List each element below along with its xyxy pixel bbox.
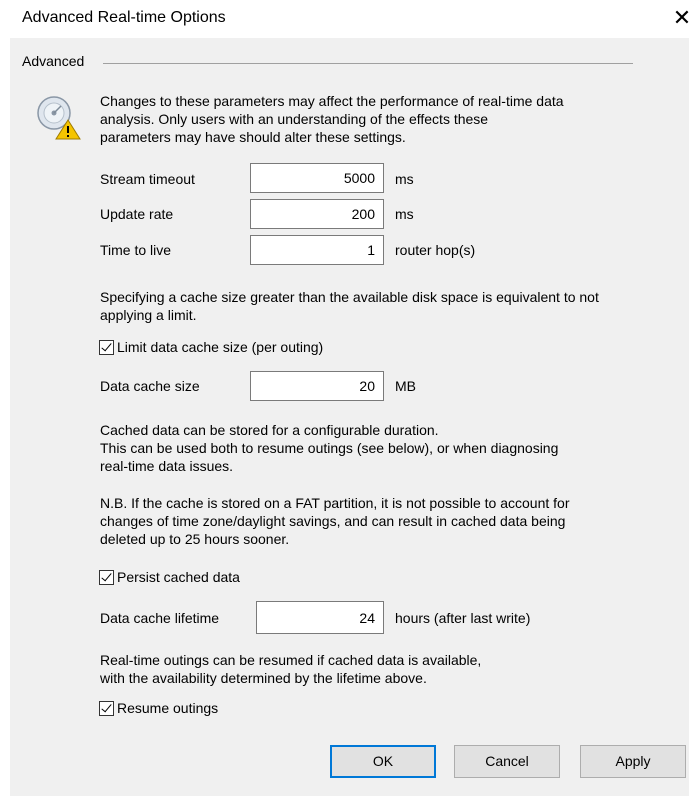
intro-line: Changes to these parameters may affect t…	[100, 93, 564, 109]
disk-warning-icon	[37, 96, 81, 140]
resume-line: Real-time outings can be resumed if cach…	[100, 652, 482, 668]
cache-size-label: Data cache size	[100, 378, 200, 394]
cache-lifetime-input[interactable]: 24	[256, 601, 384, 634]
group-label-advanced: Advanced	[22, 53, 85, 69]
cache-note-line: applying a limit.	[100, 307, 197, 323]
update-rate-unit: ms	[395, 206, 414, 222]
check-icon[interactable]	[99, 339, 114, 355]
title-bar: Advanced Real-time Options ✕	[0, 0, 699, 38]
dialog-client-area: Advanced Changes to these parameters may…	[10, 38, 689, 796]
close-button[interactable]: ✕	[668, 4, 696, 32]
resume-outings-label: Resume outings	[117, 700, 219, 716]
cache-lifetime-unit: hours (after last write)	[395, 610, 531, 626]
stream-timeout-unit: ms	[395, 171, 414, 187]
check-icon[interactable]	[99, 700, 114, 716]
ok-button[interactable]: OK	[330, 745, 436, 778]
time-to-live-input[interactable]: 1	[250, 235, 384, 265]
group-divider	[103, 63, 633, 64]
time-to-live-unit: router hop(s)	[395, 242, 476, 258]
cache-lifetime-label: Data cache lifetime	[100, 610, 220, 626]
stream-timeout-input[interactable]: 5000	[250, 163, 384, 193]
intro-text: Changes to these parameters may affect t…	[100, 92, 564, 146]
resume-text: Real-time outings can be resumed if cach…	[100, 651, 481, 687]
fat-note-line: changes of time zone/daylight savings, a…	[100, 513, 566, 529]
resume-outings-checkbox[interactable]: Resume outings	[99, 700, 218, 716]
persist-cache-label: Persist cached data	[117, 569, 240, 585]
limit-cache-checkbox[interactable]: Limit data cache size (per outing)	[99, 339, 323, 355]
stream-timeout-label: Stream timeout	[100, 171, 195, 187]
cache-size-input[interactable]: 20	[250, 371, 384, 401]
duration-line: real-time data issues.	[100, 458, 234, 474]
resume-line: with the availability determined by the …	[100, 670, 427, 686]
persist-cache-checkbox[interactable]: Persist cached data	[99, 569, 240, 585]
intro-line: analysis. Only users with an understandi…	[100, 111, 489, 127]
limit-cache-label: Limit data cache size (per outing)	[117, 339, 324, 355]
cache-note-line: Specifying a cache size greater than the…	[100, 289, 599, 305]
cache-size-unit: MB	[395, 378, 416, 394]
intro-line: parameters may have should alter these s…	[100, 129, 406, 145]
apply-button[interactable]: Apply	[580, 745, 686, 778]
check-icon[interactable]	[99, 569, 114, 585]
duration-text: Cached data can be stored for a configur…	[100, 421, 558, 475]
update-rate-label: Update rate	[100, 206, 174, 222]
cache-size-note: Specifying a cache size greater than the…	[100, 288, 599, 324]
cancel-button[interactable]: Cancel	[454, 745, 560, 778]
update-rate-input[interactable]: 200	[250, 199, 384, 229]
fat-partition-note: N.B. If the cache is stored on a FAT par…	[100, 494, 570, 548]
window-title: Advanced Real-time Options	[22, 9, 226, 26]
fat-note-line: deleted up to 25 hours sooner.	[100, 531, 290, 547]
time-to-live-label: Time to live	[100, 242, 172, 258]
duration-line: Cached data can be stored for a configur…	[100, 422, 439, 438]
duration-line: This can be used both to resume outings …	[100, 440, 559, 456]
fat-note-line: N.B. If the cache is stored on a FAT par…	[100, 495, 570, 511]
